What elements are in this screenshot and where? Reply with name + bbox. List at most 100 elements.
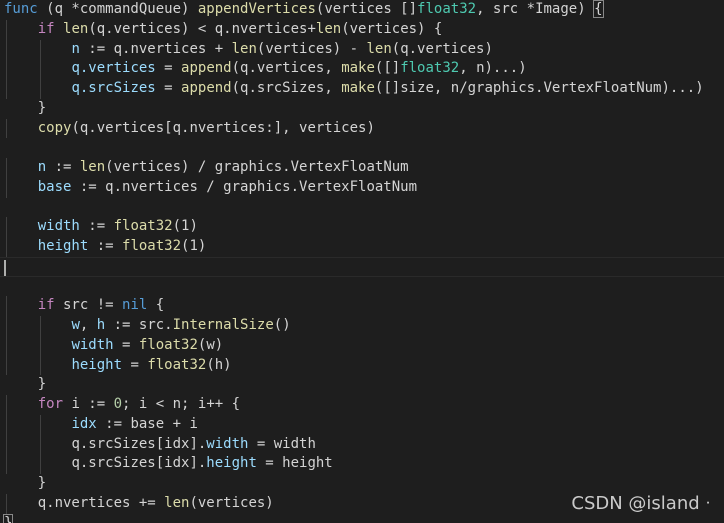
indent-guide — [6, 19, 7, 40]
code-token: (q.srcSizes, — [231, 80, 342, 96]
code-line[interactable]: q.srcSizes = append(q.srcSizes, make([]s… — [0, 79, 724, 99]
code-token: float32 — [122, 238, 182, 254]
indent-guide — [6, 335, 7, 356]
matched-bracket: { — [593, 0, 604, 18]
code-line[interactable]: ​ — [0, 256, 724, 277]
code-line[interactable]: } — [0, 474, 724, 494]
code-token: make — [341, 60, 375, 77]
indent-guide — [6, 39, 7, 60]
code-line[interactable]: q.srcSizes[idx].width = width — [0, 434, 724, 455]
code-token: q. — [71, 60, 89, 77]
code-line[interactable]: ​ — [0, 198, 724, 218]
indent-guide — [6, 158, 7, 178]
code-token: 0 — [113, 396, 123, 412]
code-line[interactable]: copy(q.vertices[q.nvertices:], vertices) — [0, 118, 724, 139]
code-line[interactable]: if src != nil { — [0, 296, 724, 316]
code-line[interactable]: } — [0, 375, 724, 395]
code-line[interactable]: func (q *commandQueue) appendVertices(ve… — [0, 0, 724, 20]
indent-guide — [6, 434, 7, 455]
indent-guide — [6, 118, 7, 139]
code-line[interactable]: height := float32(1) — [0, 237, 724, 257]
code-token: len — [164, 494, 190, 511]
code-line[interactable]: width := float32(1) — [0, 217, 724, 237]
code-token: i := — [63, 396, 114, 412]
code-token: float32 — [113, 218, 173, 235]
code-token: (vertices) { — [341, 20, 443, 37]
code-token: , n)...) — [459, 60, 527, 77]
indent-guide — [6, 296, 7, 316]
code-token: h — [96, 317, 106, 333]
code-line[interactable]: n := q.nvertices + len(vertices) - len(q… — [0, 39, 724, 60]
indent-guide — [6, 177, 7, 198]
code-line[interactable]: height = float32(h) — [0, 355, 724, 376]
code-token: (vertices [] — [315, 1, 418, 17]
indent-guide — [6, 414, 7, 435]
code-line[interactable]: q.vertices = append(q.vertices, make([]f… — [0, 59, 724, 79]
code-token: (1) — [172, 218, 198, 235]
code-token: width — [71, 336, 114, 353]
code-token: func — [4, 1, 38, 17]
indent-guide — [6, 355, 7, 376]
code-token: } — [4, 475, 47, 491]
code-token: , — [79, 317, 97, 333]
code-line[interactable]: w, h := src.InternalSize() — [0, 316, 724, 336]
code-token: srcSizes — [88, 80, 156, 96]
code-token: (q.vertices, — [231, 60, 342, 77]
code-editor[interactable]: func (q *commandQueue) appendVertices(ve… — [0, 0, 724, 523]
code-line[interactable]: idx := base + i — [0, 414, 724, 435]
code-token: (q.vertices) < q.nvertices+ — [88, 20, 316, 37]
code-line[interactable]: width = float32(w) — [0, 335, 724, 356]
code-line[interactable]: ​ — [0, 138, 724, 158]
code-token: if — [37, 20, 55, 37]
indent-guide — [6, 493, 7, 514]
code-token: copy — [37, 119, 72, 136]
matched-bracket: } — [2, 513, 14, 523]
indent-guide — [6, 79, 7, 99]
code-token: := q.nvertices + — [79, 40, 232, 57]
code-line[interactable]: } — [0, 99, 724, 119]
code-line[interactable]: } — [0, 513, 724, 523]
code-area[interactable]: func (q *commandQueue) appendVertices(ve… — [0, 0, 724, 523]
indent-guide — [39, 59, 41, 79]
code-token: (1) — [181, 238, 207, 254]
indent-guide — [39, 434, 41, 455]
code-line[interactable]: if len(q.vertices) < q.nvertices+len(ver… — [0, 19, 724, 40]
code-token: height — [71, 356, 123, 373]
indent-guide — [6, 237, 7, 257]
code-token: := q.nvertices / graphics.VertexFloatNum — [71, 178, 418, 195]
indent-guide — [6, 59, 7, 79]
code-token: for — [37, 396, 64, 412]
code-line[interactable]: base := q.nvertices / graphics.VertexFlo… — [0, 177, 724, 198]
code-token: float32 — [147, 356, 207, 373]
code-token: (q.vertices) — [391, 40, 493, 57]
watermark-text: CSDN @island ᐧ — [571, 493, 710, 514]
code-line[interactable]: n := len(vertices) / graphics.VertexFloa… — [0, 158, 724, 178]
code-token: append — [181, 80, 232, 96]
code-token: append — [181, 60, 232, 77]
code-token: src != — [54, 297, 123, 314]
code-line[interactable]: for i := 0; i < n; i++ { — [0, 395, 724, 415]
code-token: (vertices) - — [256, 40, 367, 57]
code-token: ([]size, n/graphics.VertexFloatNum)...) — [374, 80, 704, 96]
code-token: idx — [71, 415, 97, 432]
code-token: len — [366, 40, 392, 57]
code-token: (vertices) — [189, 494, 274, 511]
code-token: := — [79, 218, 114, 235]
code-token: { — [147, 297, 165, 314]
code-token: := src. — [105, 317, 173, 333]
indent-guide — [6, 454, 7, 474]
code-line[interactable]: q.srcSizes[idx].height = height — [0, 454, 724, 474]
code-line[interactable]: ​ — [0, 277, 724, 297]
indent-guide — [6, 395, 7, 415]
